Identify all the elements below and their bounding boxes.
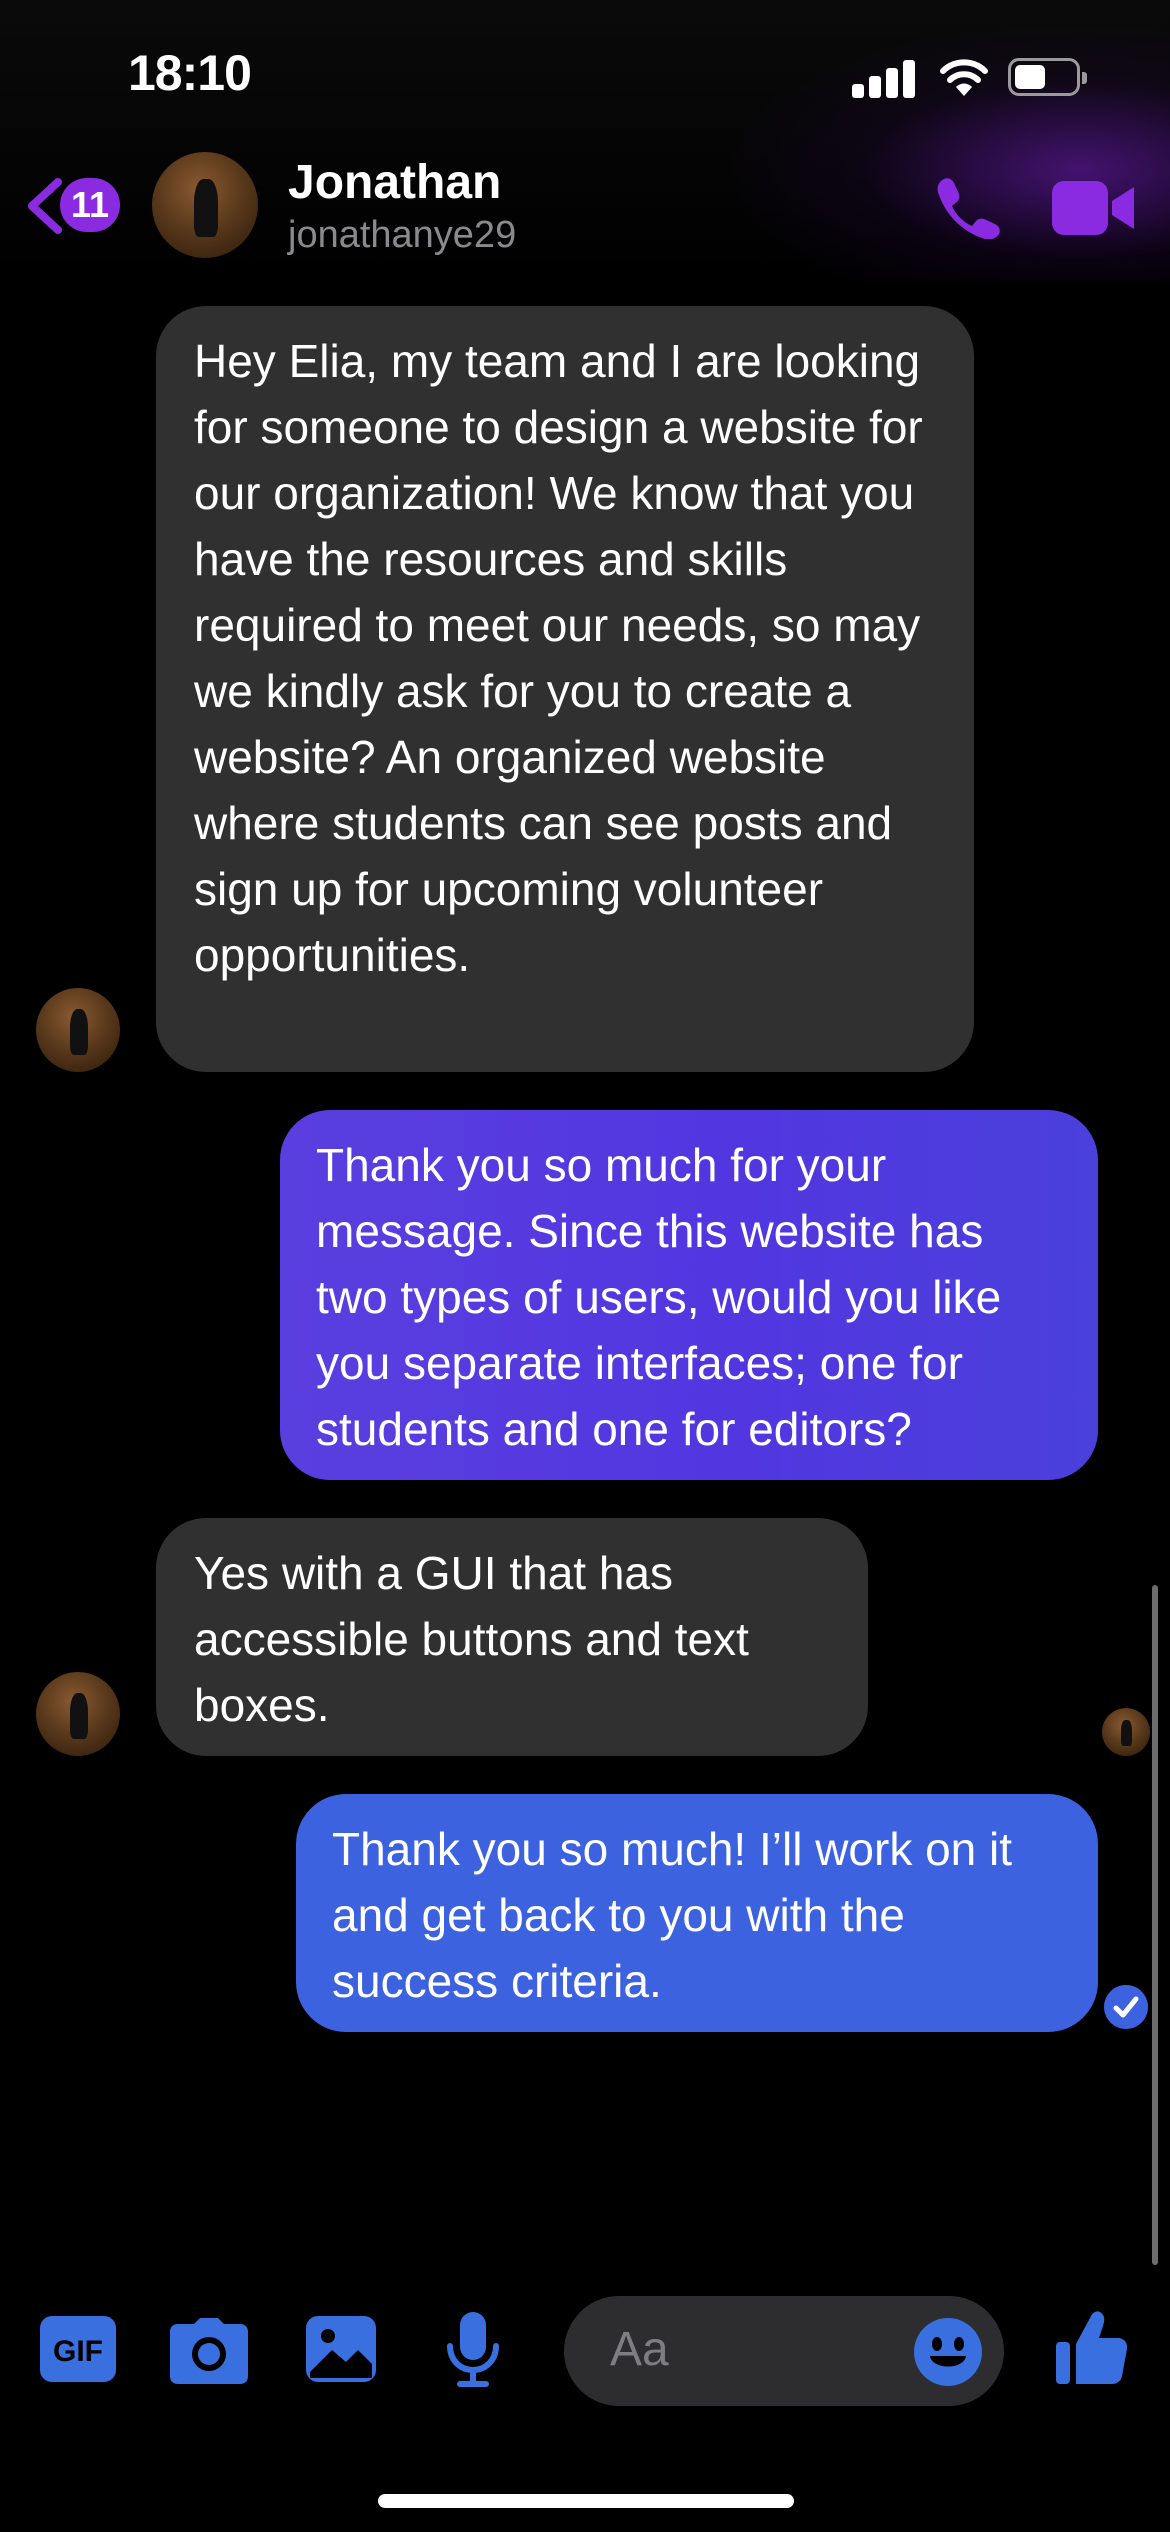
cellular-signal-icon: [852, 58, 916, 98]
wifi-icon: [940, 59, 988, 96]
status-time: 18:10: [128, 45, 252, 101]
read-receipt-avatar: [1102, 1708, 1150, 1756]
incoming-message[interactable]: Hey Elia, my team and I are looking for …: [156, 306, 974, 1072]
message-input-placeholder[interactable]: Aa: [610, 2322, 669, 2377]
gif-button[interactable]: GIF: [40, 2316, 116, 2382]
microphone-icon[interactable]: [446, 2312, 500, 2388]
back-chevron-icon[interactable]: [24, 178, 64, 234]
gif-label: GIF: [53, 2335, 103, 2368]
battery-icon: [1008, 58, 1087, 96]
contact-username[interactable]: jonathanye29: [288, 214, 516, 257]
contact-name[interactable]: Jonathan: [288, 155, 501, 210]
delivered-check-icon: [1104, 1985, 1148, 2029]
phone-call-icon[interactable]: [930, 175, 1002, 239]
photo-gallery-icon[interactable]: [306, 2316, 376, 2382]
video-call-icon[interactable]: [1052, 181, 1136, 235]
outgoing-message[interactable]: Thank you so much for your message. Sinc…: [280, 1110, 1098, 1480]
home-indicator[interactable]: [378, 2494, 794, 2508]
thumbs-up-icon[interactable]: [1056, 2310, 1128, 2386]
incoming-message[interactable]: Yes with a GUI that has accessible butto…: [156, 1518, 868, 1756]
camera-icon[interactable]: [170, 2318, 248, 2384]
emoji-icon[interactable]: [914, 2318, 982, 2386]
unread-count-badge[interactable]: 11: [60, 178, 120, 232]
scrollbar[interactable]: [1152, 1585, 1158, 2265]
outgoing-message[interactable]: Thank you so much! I’ll work on it and g…: [296, 1794, 1098, 2032]
contact-avatar[interactable]: [152, 152, 258, 258]
contact-avatar-small: [36, 1672, 120, 1756]
contact-avatar-small: [36, 988, 120, 1072]
